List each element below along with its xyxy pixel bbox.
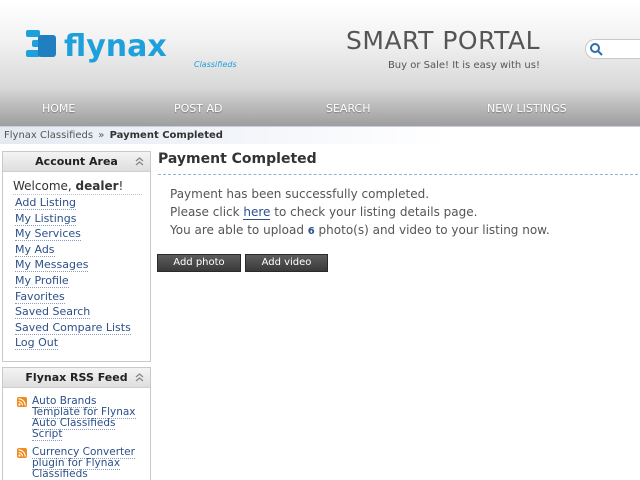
search-icon[interactable] xyxy=(589,42,603,56)
menu-my-listings[interactable]: My Listings xyxy=(15,211,77,226)
rss-item: Currency Converter plugin for Flynax Cla… xyxy=(17,446,139,480)
menu-my-messages[interactable]: My Messages xyxy=(15,258,89,273)
account-area-title: Account Area xyxy=(35,155,118,168)
welcome-prefix: Welcome, xyxy=(13,179,76,193)
breadcrumb-current: Payment Completed xyxy=(109,130,223,141)
rss-link[interactable]: Auto Brands Template for Flynax Auto Cla… xyxy=(32,395,136,441)
message-text: to check your listing details page. xyxy=(270,205,478,219)
message-line-3: You are able to upload 6 photo(s) and vi… xyxy=(170,221,638,241)
menu-log-out[interactable]: Log Out xyxy=(15,336,59,351)
rss-item: Auto Brands Template for Flynax Auto Cla… xyxy=(17,395,139,441)
message-text: photo(s) and video to your listing now. xyxy=(314,223,550,237)
main-nav: HOME POST AD SEARCH NEW LISTINGS xyxy=(0,98,640,122)
welcome-suffix: ! xyxy=(118,179,124,193)
breadcrumb-root[interactable]: Flynax Classifieds xyxy=(4,130,93,141)
menu-saved-search[interactable]: Saved Search xyxy=(15,305,91,320)
rss-feed-block: Flynax RSS Feed Auto Brands Template for… xyxy=(2,367,151,480)
search-input[interactable] xyxy=(585,39,640,59)
nav-post-ad[interactable]: POST AD xyxy=(174,102,223,115)
message-text: You are able to upload xyxy=(170,223,308,237)
message-text: Please click xyxy=(170,205,244,219)
message-line-2: Please click here to check your listing … xyxy=(170,203,638,221)
site-slogan: Buy or Sale! It is easy with us! xyxy=(387,60,540,71)
menu-saved-compare-lists[interactable]: Saved Compare Lists xyxy=(15,320,131,335)
main-content: Payment Completed Payment has been succe… xyxy=(157,151,638,272)
flynax-logo[interactable]: flynax Classifieds xyxy=(22,26,247,72)
nav-new-listings[interactable]: NEW LISTINGS xyxy=(487,102,567,115)
add-video-button[interactable]: Add video xyxy=(245,254,328,272)
account-area-block: Account Area Welcome, dealer! Add Listin… xyxy=(2,151,151,362)
menu-favorites[interactable]: Favorites xyxy=(15,289,65,304)
menu-my-services[interactable]: My Services xyxy=(15,227,81,242)
breadcrumb: Flynax Classifieds » Payment Completed xyxy=(0,126,640,144)
logo-subtext: Classifieds xyxy=(194,60,237,69)
rss-link[interactable]: Currency Converter plugin for Flynax Cla… xyxy=(32,446,135,480)
photo-count: 6 xyxy=(307,226,315,237)
rss-feed-header: Flynax RSS Feed xyxy=(3,368,150,388)
rss-list: Auto Brands Template for Flynax Auto Cla… xyxy=(17,395,150,480)
breadcrumb-separator: » xyxy=(98,130,105,141)
menu-my-ads[interactable]: My Ads xyxy=(15,242,55,257)
listing-details-link[interactable]: here xyxy=(243,205,271,220)
rss-icon xyxy=(17,448,27,458)
menu-add-listing[interactable]: Add Listing xyxy=(15,196,77,210)
nav-search[interactable]: SEARCH xyxy=(326,102,371,115)
logo-text: flynax xyxy=(64,29,167,64)
message-line-1: Payment has been successfully completed. xyxy=(170,187,430,201)
site-title: SMART PORTAL xyxy=(346,26,540,55)
welcome-message: Welcome, dealer! xyxy=(13,179,142,195)
username: dealer xyxy=(75,179,119,193)
rss-feed-title: Flynax RSS Feed xyxy=(25,371,128,384)
payment-message: Payment has been successfully completed.… xyxy=(170,185,638,241)
account-menu: Add Listing My Listings My Services My A… xyxy=(15,196,150,352)
collapse-icon[interactable] xyxy=(135,157,144,166)
upload-buttons: Add photo Add video xyxy=(157,254,638,272)
collapse-icon[interactable] xyxy=(135,373,144,382)
add-photo-button[interactable]: Add photo xyxy=(157,254,241,272)
nav-home[interactable]: HOME xyxy=(42,102,75,115)
menu-my-profile[interactable]: My Profile xyxy=(15,273,69,288)
site-header: flynax Classifieds SMART PORTAL Buy or S… xyxy=(0,0,640,126)
rss-icon xyxy=(17,397,27,407)
page-title: Payment Completed xyxy=(158,151,638,175)
account-area-header: Account Area xyxy=(3,152,150,172)
